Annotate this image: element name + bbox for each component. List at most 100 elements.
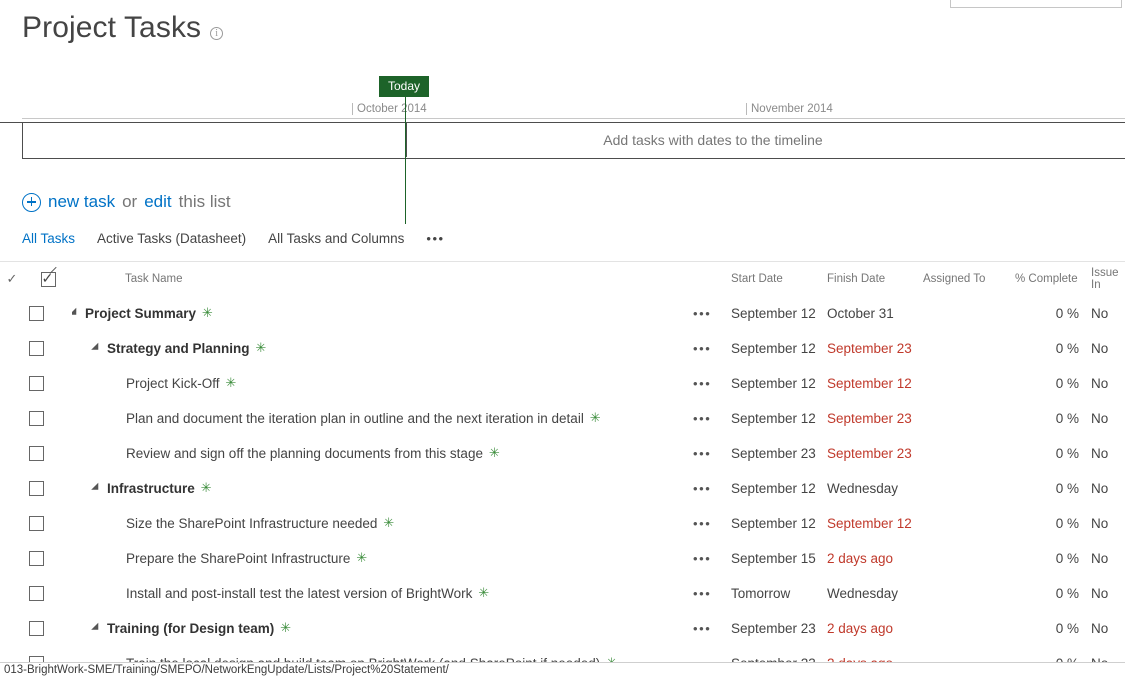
row-menu-ellipsis-icon[interactable]: ••• — [693, 411, 731, 426]
tab-active-tasks-datasheet[interactable]: Active Tasks (Datasheet) — [97, 231, 246, 246]
row-checkbox[interactable] — [28, 306, 44, 321]
new-item-sparkle-icon: ✳ — [589, 411, 601, 426]
table-row[interactable]: Training (for Design team) ✳ ••• September … — [0, 611, 1125, 646]
task-name-label[interactable]: Strategy and Planning — [107, 341, 250, 356]
task-name-label[interactable]: Install and post-install test the latest… — [126, 586, 472, 601]
row-checkbox[interactable] — [28, 516, 44, 531]
finish-date-cell: September 23 — [827, 341, 912, 356]
collapse-triangle-icon[interactable] — [91, 622, 102, 634]
task-name-label[interactable]: Infrastructure — [107, 481, 195, 496]
task-name-wrapper: Plan and document the iteration plan in … — [72, 411, 601, 426]
select-all-checkbox[interactable] — [40, 270, 56, 287]
column-header-finish-date[interactable]: Finish Date — [827, 273, 923, 285]
row-menu-ellipsis-icon[interactable]: ••• — [693, 306, 731, 321]
task-name-cell[interactable]: Prepare the SharePoint Infrastructure ✳ — [72, 551, 693, 566]
edit-list-link[interactable]: edit — [144, 192, 171, 212]
task-name-cell[interactable]: Plan and document the iteration plan in … — [72, 411, 693, 426]
task-name-label[interactable]: Prepare the SharePoint Infrastructure — [126, 551, 350, 566]
row-select-cell[interactable] — [0, 411, 72, 426]
collapse-triangle-icon[interactable] — [91, 482, 102, 494]
task-name-cell[interactable]: Infrastructure ✳ — [72, 481, 693, 497]
task-name-label[interactable]: Size the SharePoint Infrastructure neede… — [126, 516, 377, 531]
row-checkbox[interactable] — [28, 586, 44, 601]
table-row[interactable]: Project Kick-Off ✳ ••• September 12 Septembe… — [0, 366, 1125, 401]
task-name-cell[interactable]: Strategy and Planning ✳ — [72, 341, 693, 357]
row-menu-ellipsis-icon[interactable]: ••• — [693, 586, 731, 601]
table-row[interactable]: Prepare the SharePoint Infrastructure ✳ ••… — [0, 541, 1125, 576]
plus-circle-icon[interactable] — [22, 192, 41, 212]
issue-in-cell: No — [1091, 551, 1109, 566]
row-select-cell[interactable] — [0, 551, 72, 566]
column-header-assigned-to[interactable]: Assigned To — [923, 273, 1015, 285]
pct-complete-cell: 0 % — [1055, 411, 1079, 426]
task-name-label[interactable]: Project Summary — [85, 306, 196, 321]
collapse-triangle-icon[interactable] — [91, 342, 102, 354]
task-name-cell[interactable]: Project Summary ✳ — [72, 306, 693, 322]
select-all-cell[interactable] — [24, 270, 72, 287]
row-select-cell[interactable] — [0, 516, 72, 531]
collapse-triangle-icon[interactable] — [72, 307, 80, 319]
table-row[interactable]: Project Summary ✳ ••• September 12 October 3… — [0, 296, 1125, 331]
column-header-pct-complete[interactable]: % Complete — [1015, 273, 1087, 285]
task-name-label[interactable]: Plan and document the iteration plan in … — [126, 411, 584, 426]
task-name-wrapper: Prepare the SharePoint Infrastructure ✳ — [72, 551, 367, 566]
task-name-label[interactable]: Project Kick-Off — [126, 376, 220, 391]
table-row[interactable]: Review and sign off the planning documen… — [0, 436, 1125, 471]
row-select-cell[interactable] — [0, 586, 72, 601]
finish-date-cell: 2 days ago — [827, 621, 894, 636]
row-select-cell[interactable] — [0, 341, 72, 356]
new-task-link[interactable]: new task — [48, 192, 115, 212]
row-checkbox[interactable] — [28, 621, 44, 636]
task-name-label[interactable]: Training (for Design team) — [107, 621, 274, 636]
table-row[interactable]: Infrastructure ✳ ••• September 12 Wednesday 0… — [0, 471, 1125, 506]
table-row[interactable]: Size the SharePoint Infrastructure neede… — [0, 506, 1125, 541]
table-row[interactable]: Plan and document the iteration plan in … — [0, 401, 1125, 436]
site-search-input[interactable]: Search this site — [950, 0, 1122, 8]
row-menu-ellipsis-icon[interactable]: ••• — [693, 621, 731, 636]
tab-all-tasks-and-columns[interactable]: All Tasks and Columns — [268, 231, 404, 246]
task-name-cell[interactable]: Project Kick-Off ✳ — [72, 376, 693, 391]
row-menu-ellipsis-icon[interactable]: ••• — [693, 516, 731, 531]
tab-all-tasks[interactable]: All Tasks — [22, 231, 75, 246]
row-checkbox[interactable] — [28, 376, 44, 391]
task-name-cell[interactable]: Review and sign off the planning documen… — [72, 446, 693, 461]
timeline-scale-line — [22, 118, 1125, 119]
table-row[interactable]: Install and post-install test the latest… — [0, 576, 1125, 611]
timeline-band[interactable]: Add tasks with dates to the timeline — [22, 123, 1125, 159]
task-name-cell[interactable]: Install and post-install test the latest… — [72, 586, 693, 601]
row-menu-ellipsis-icon[interactable]: ••• — [693, 551, 731, 566]
column-header-task-name[interactable]: Task Name — [72, 273, 693, 285]
task-name-wrapper: Strategy and Planning ✳ — [72, 341, 266, 356]
new-task-bar: new task or edit this list — [22, 192, 231, 212]
today-marker-label[interactable]: Today — [379, 76, 430, 97]
task-name-wrapper: Training (for Design team) ✳ — [72, 621, 291, 636]
timeline-month-label: November 2014 — [751, 103, 833, 115]
row-select-cell[interactable] — [0, 621, 72, 636]
row-checkbox[interactable] — [28, 411, 44, 426]
row-checkbox[interactable] — [28, 341, 44, 356]
column-header-issue-in[interactable]: Issue In — [1087, 267, 1125, 291]
row-select-cell[interactable] — [0, 306, 72, 321]
task-name-cell[interactable]: Size the SharePoint Infrastructure neede… — [72, 516, 693, 531]
row-menu-ellipsis-icon[interactable]: ••• — [693, 341, 731, 356]
row-checkbox[interactable] — [28, 446, 44, 461]
row-select-cell[interactable] — [0, 446, 72, 461]
table-row[interactable]: Strategy and Planning ✳ ••• September 12 Sep… — [0, 331, 1125, 366]
timeline-tick — [352, 103, 353, 115]
issue-in-cell: No — [1091, 376, 1109, 391]
info-icon[interactable]: i — [210, 26, 224, 40]
row-select-cell[interactable] — [0, 376, 72, 391]
new-item-sparkle-icon: ✳ — [478, 586, 490, 601]
more-views-ellipsis-icon[interactable]: ••• — [426, 231, 444, 246]
task-name-cell[interactable]: Training (for Design team) ✳ — [72, 621, 693, 637]
row-menu-ellipsis-icon[interactable]: ••• — [693, 446, 731, 461]
task-name-label[interactable]: Review and sign off the planning documen… — [126, 446, 483, 461]
column-header-start-date[interactable]: Start Date — [731, 273, 827, 285]
timeline[interactable]: October 2014 November 2014 Add tasks wit… — [0, 70, 1125, 224]
row-checkbox[interactable] — [28, 481, 44, 496]
new-item-sparkle-icon: ✳ — [383, 516, 395, 531]
row-menu-ellipsis-icon[interactable]: ••• — [693, 481, 731, 496]
row-select-cell[interactable] — [0, 481, 72, 496]
row-menu-ellipsis-icon[interactable]: ••• — [693, 376, 731, 391]
row-checkbox[interactable] — [28, 551, 44, 566]
